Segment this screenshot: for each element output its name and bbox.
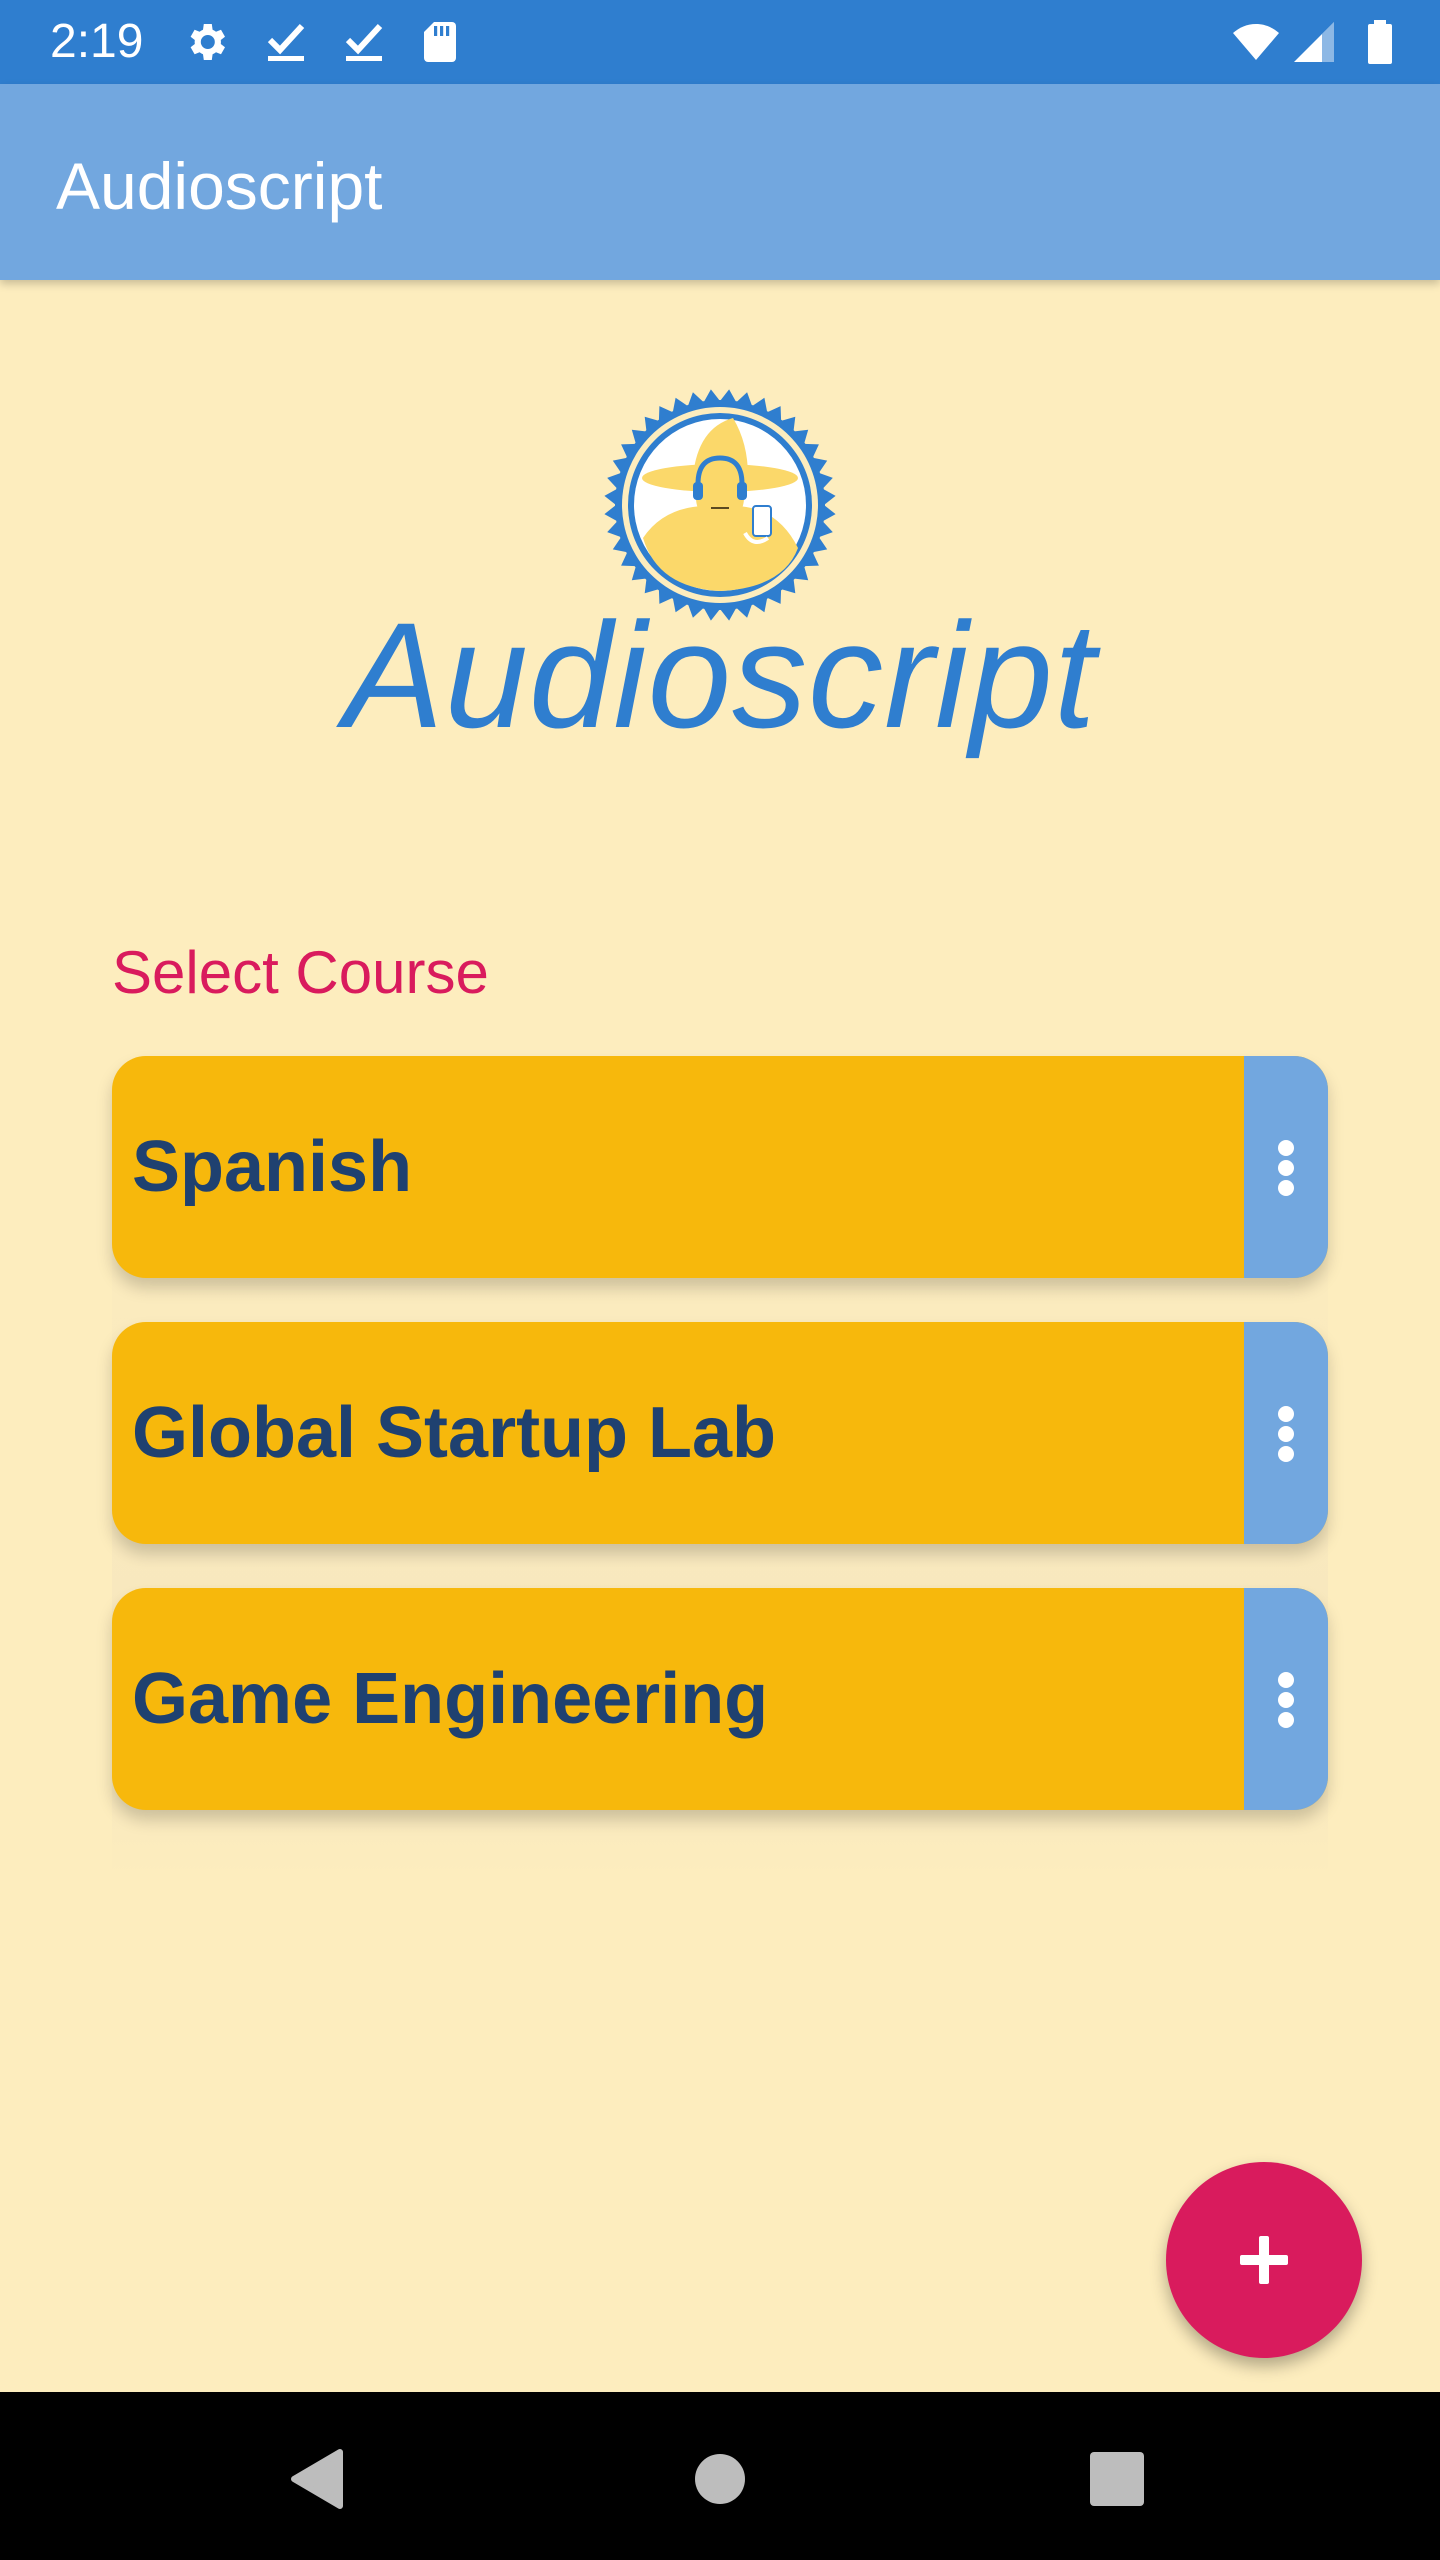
signal-icon <box>1294 22 1334 62</box>
recents-icon[interactable] <box>1072 2434 1162 2524</box>
plus-icon-bar <box>1259 2236 1269 2284</box>
check-icon <box>267 23 305 61</box>
battery-icon <box>1368 20 1392 64</box>
more-vert-icon <box>1278 1406 1294 1422</box>
course-name: Global Startup Lab <box>132 1393 777 1473</box>
more-vert-icon-dot <box>1278 1446 1294 1462</box>
more-vert-icon <box>1278 1672 1294 1688</box>
sd-card-icon <box>424 22 456 62</box>
course-card-spanish[interactable]: Spanish <box>112 1056 1328 1278</box>
wifi-icon <box>1233 24 1279 60</box>
more-vert-icon <box>1278 1140 1294 1156</box>
more-vert-icon-dot <box>1278 1426 1294 1442</box>
course-card-global-startup-lab[interactable]: Global Startup Lab <box>112 1322 1328 1544</box>
more-vert-icon-dot <box>1278 1692 1294 1708</box>
home-icon[interactable] <box>675 2434 765 2524</box>
overflow-menu-button[interactable] <box>1244 1322 1328 1544</box>
add-course-button[interactable] <box>1166 2162 1362 2358</box>
course-list: Spanish Global Startup Lab Game Engineer… <box>112 1056 1328 1876</box>
app-bar: Audioscript <box>0 84 1440 280</box>
status-bar: 2:19 <box>0 0 1440 84</box>
more-vert-icon-dot <box>1278 1712 1294 1728</box>
audioscript-logo-icon <box>604 389 836 621</box>
app-bar-title: Audioscript <box>56 149 383 223</box>
course-card-game-engineering[interactable]: Game Engineering <box>112 1588 1328 1810</box>
brand-wordmark: Audioscript <box>343 591 1097 759</box>
back-icon[interactable] <box>272 2434 362 2524</box>
course-name: Game Engineering <box>132 1659 769 1739</box>
system-nav-bar <box>0 2392 1440 2560</box>
more-vert-icon-dot <box>1278 1180 1294 1196</box>
check-icon <box>345 23 383 61</box>
status-time: 2:19 <box>50 15 144 68</box>
more-vert-icon-dot <box>1278 1160 1294 1176</box>
course-name: Spanish <box>132 1127 413 1207</box>
gear-icon <box>190 24 225 60</box>
overflow-menu-button[interactable] <box>1244 1588 1328 1810</box>
select-course-label: Select Course <box>112 939 489 1006</box>
overflow-menu-button[interactable] <box>1244 1056 1328 1278</box>
